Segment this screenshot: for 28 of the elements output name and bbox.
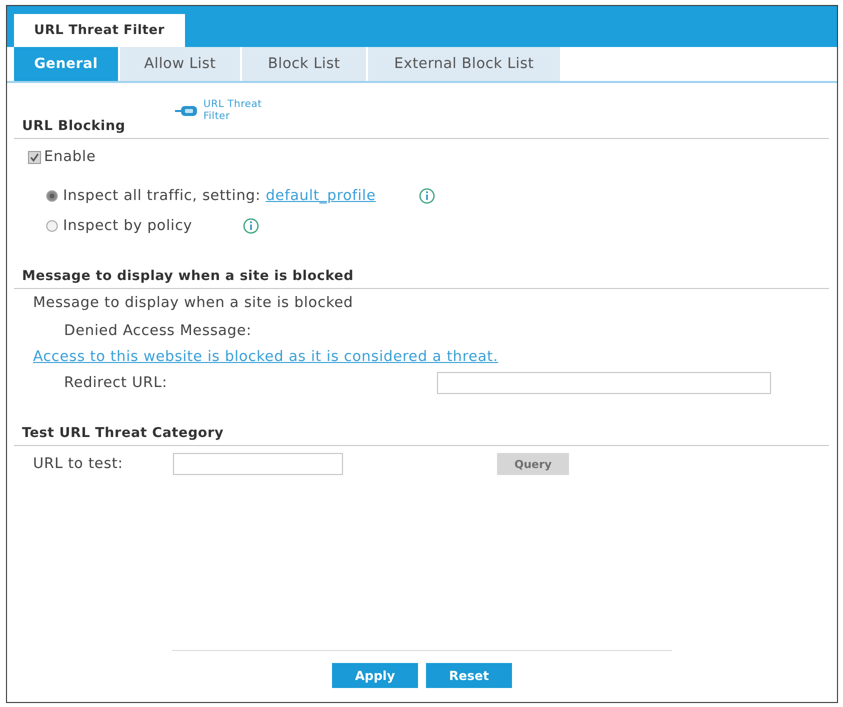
section-subtitle: Message to display when a site is blocked [33,295,354,311]
info-icon[interactable] [418,188,435,204]
tab[interactable]: Block List [242,47,366,81]
action-button[interactable]: Apply [332,663,418,688]
tab[interactable]: General [14,47,118,81]
tab[interactable]: Allow List [120,47,240,81]
section-title: Test URL Threat Category [22,425,224,441]
info-icon[interactable] [243,218,260,234]
radio-button[interactable] [46,190,58,202]
redirect-url-field[interactable] [437,372,771,394]
section-title: URL Blocking [22,118,126,134]
feature-link[interactable]: URL Threat Filter [175,99,276,123]
field-label: Redirect URL: [64,375,168,391]
radio-label: Inspect all traffic, setting: default_profile [63,188,376,204]
radio-button[interactable] [46,220,58,232]
profile-link[interactable]: default_profile [266,188,376,204]
section-title: Message to display when a site is blocked [22,268,354,284]
radio-label: Inspect by policy [63,218,192,234]
checkbox-label: Enable [44,149,96,165]
denied-message-link[interactable]: Access to this website is blocked as it is considered a threat. [33,349,498,365]
main-tab[interactable]: URL Threat Filter [14,14,185,47]
tab[interactable]: External Block List [368,47,560,81]
connector-icon [175,105,200,117]
url-test-field[interactable] [173,453,343,475]
field-label: URL to test: [33,456,124,472]
checkbox[interactable] [28,150,41,164]
action-button[interactable]: Reset [426,663,512,688]
field-label: Denied Access Message: [64,323,252,339]
